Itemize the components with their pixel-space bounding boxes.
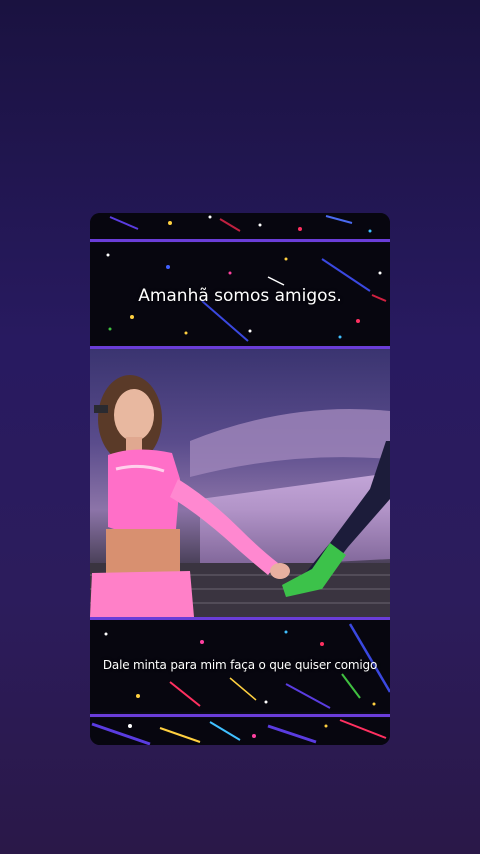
confetti-decoration — [109, 215, 372, 233]
caption-top-text: Amanhã somos amigos. — [138, 286, 342, 306]
caption-bottom-text: Dale minta para mim faça o que quiser co… — [102, 658, 378, 672]
top-caption-panel: Amanhã somos amigos. — [90, 243, 390, 346]
divider-line — [90, 239, 390, 242]
divider-line — [90, 714, 390, 717]
bottom-confetti-strip — [90, 718, 390, 745]
confetti-decoration — [91, 719, 387, 745]
bottom-caption-panel: Dale minta para mim faça o que quiser co… — [90, 620, 390, 712]
top-confetti-strip — [90, 213, 390, 239]
performance-scene — [90, 375, 390, 617]
video-frame[interactable] — [90, 349, 390, 617]
video-story-card[interactable]: Amanhã somos amigos. Dale minta para mim… — [90, 213, 390, 745]
